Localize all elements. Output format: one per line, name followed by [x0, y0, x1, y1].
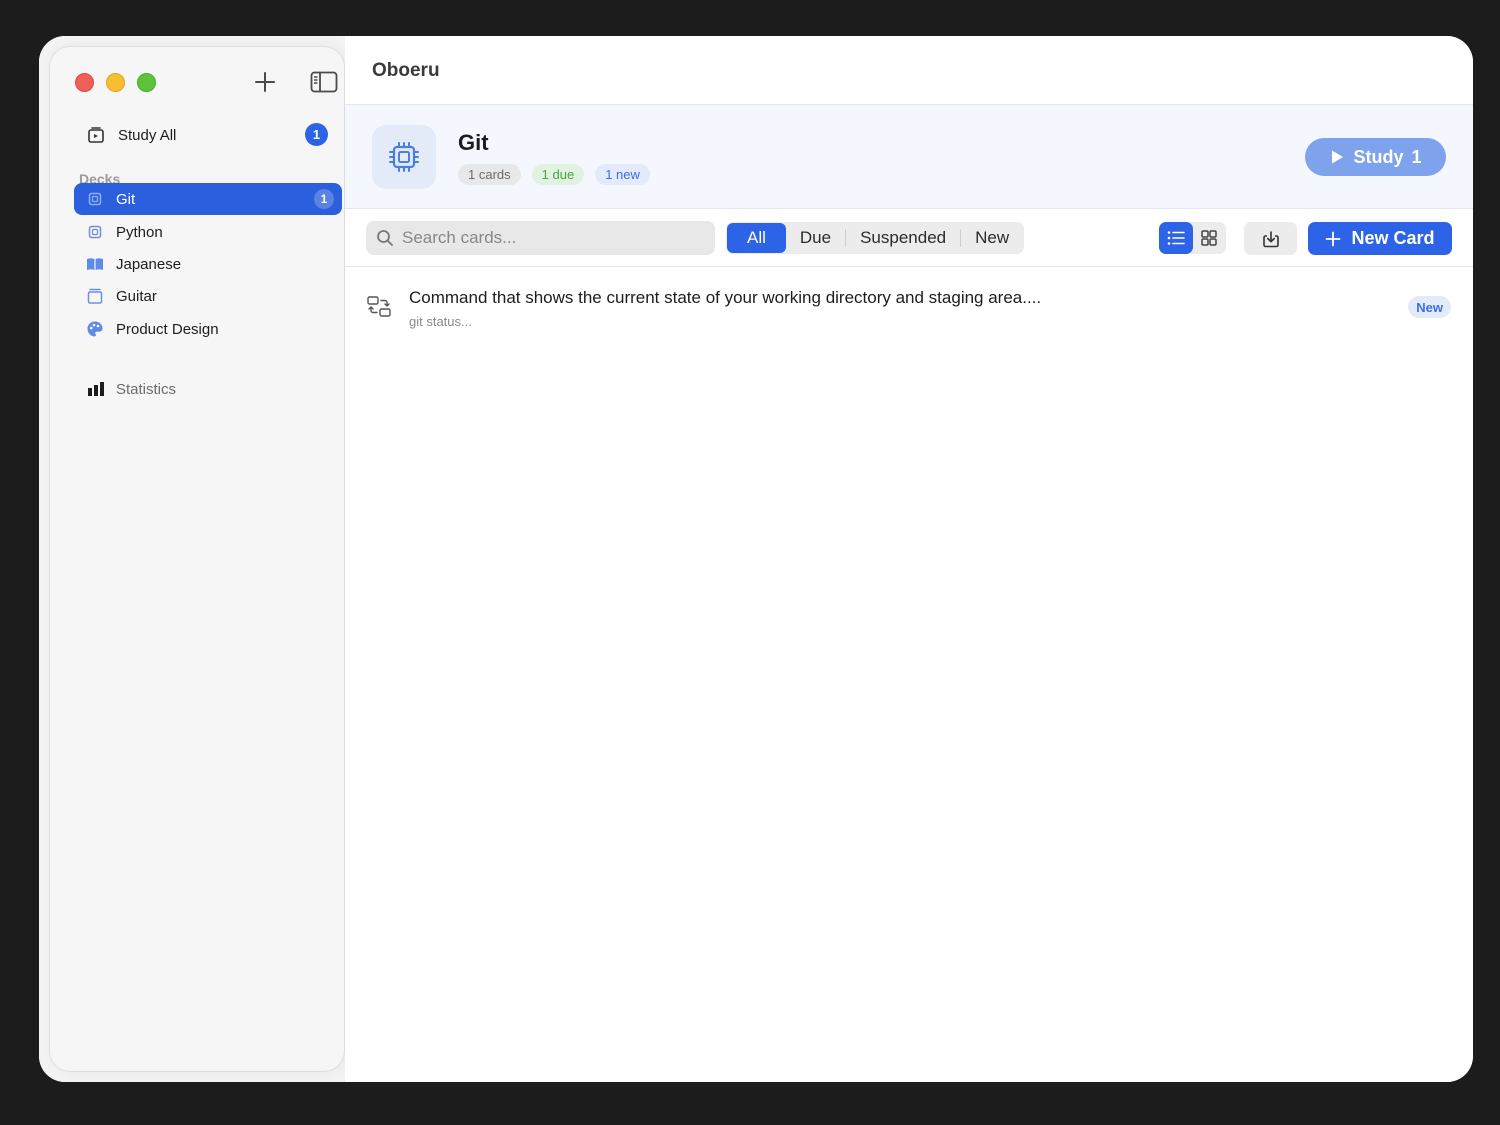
new-card-button[interactable]: New Card — [1308, 222, 1452, 255]
cards-count-pill: 1 cards — [458, 164, 521, 185]
minimize-window-button[interactable] — [106, 73, 125, 92]
grid-icon — [1201, 230, 1217, 246]
grid-view-button[interactable] — [1193, 222, 1227, 254]
sidebar-deck-product-design[interactable]: Product Design — [74, 313, 342, 345]
study-all-icon — [88, 127, 104, 143]
chip-icon — [86, 190, 104, 208]
filter-all[interactable]: All — [727, 223, 786, 253]
card-back-text: git status... — [409, 314, 472, 329]
sidebar-item-statistics[interactable]: Statistics — [74, 373, 342, 405]
card-list-item[interactable]: Command that shows the current state of … — [345, 268, 1473, 348]
list-icon — [1167, 231, 1185, 245]
palette-icon — [86, 320, 104, 338]
study-button-label: Study — [1353, 146, 1404, 167]
due-count-pill: 1 due — [531, 164, 585, 185]
search-icon — [377, 230, 393, 246]
app-window: Study All 1 Decks Git 1 Python Japanese … — [39, 36, 1473, 1082]
sidebar-deck-japanese[interactable]: Japanese — [74, 248, 342, 280]
search-box[interactable] — [366, 221, 715, 255]
filter-segmented-control: All Due Suspended New — [726, 222, 1025, 254]
add-deck-button[interactable] — [252, 69, 278, 95]
new-card-label: New Card — [1351, 228, 1435, 248]
statistics-label: Statistics — [116, 380, 177, 398]
study-all-count-badge: 1 — [305, 123, 328, 146]
study-all-label: Study All — [118, 126, 177, 144]
sidebar-deck-git[interactable]: Git 1 — [74, 183, 342, 215]
import-button[interactable] — [1244, 222, 1297, 255]
card-status-badge: New — [1408, 296, 1451, 318]
close-window-button[interactable] — [75, 73, 94, 92]
deck-icon-container — [372, 125, 436, 189]
play-icon — [1332, 150, 1344, 164]
toggle-sidebar-button[interactable] — [310, 71, 338, 93]
deck-stats: 1 cards 1 due 1 new — [458, 164, 650, 185]
study-button[interactable]: Study 1 — [1305, 138, 1446, 176]
plus-icon — [1326, 231, 1341, 246]
sidebar: Study All 1 Decks Git 1 Python Japanese … — [50, 47, 344, 1071]
list-view-button[interactable] — [1159, 222, 1193, 254]
deck-title: Git — [458, 130, 489, 155]
sidebar-toggle-icon — [310, 71, 338, 93]
deck-count-badge: 1 — [314, 189, 334, 209]
deck-label: Python — [116, 223, 163, 241]
card-front-text: Command that shows the current state of … — [409, 288, 1042, 307]
deck-label: Japanese — [116, 255, 182, 273]
study-button-count: 1 — [1411, 146, 1422, 167]
bar-chart-icon — [88, 382, 104, 396]
deck-label: Git — [116, 190, 136, 208]
zoom-window-button[interactable] — [137, 73, 156, 92]
app-title: Oboeru — [372, 60, 440, 81]
sidebar-container: Study All 1 Decks Git 1 Python Japanese … — [39, 36, 345, 1082]
main-panel: Oboeru Git 1 cards 1 due 1 new Study 1 S… — [345, 36, 1473, 1082]
box-icon — [86, 287, 104, 305]
sidebar-deck-guitar[interactable]: Guitar — [74, 280, 342, 312]
search-input[interactable] — [402, 228, 702, 248]
study-all-item[interactable]: Study All 1 — [76, 120, 338, 150]
new-count-pill: 1 new — [595, 164, 650, 185]
titlebar: Oboeru — [345, 36, 1473, 105]
cards-toolbar: All Due Suspended New — [345, 210, 1473, 267]
sidebar-deck-python[interactable]: Python — [74, 216, 342, 248]
filter-new[interactable]: New — [961, 223, 1023, 253]
chip-icon — [86, 223, 104, 241]
filter-due[interactable]: Due — [786, 223, 845, 253]
deck-label: Guitar — [116, 287, 157, 305]
deck-label: Product Design — [116, 320, 219, 338]
chip-icon — [389, 142, 419, 172]
view-mode-toggle — [1159, 222, 1226, 254]
plus-icon — [255, 72, 275, 92]
book-icon — [86, 255, 104, 273]
filter-suspended[interactable]: Suspended — [846, 223, 960, 253]
download-tray-icon — [1262, 230, 1279, 247]
deck-header: Git 1 cards 1 due 1 new Study 1 — [345, 105, 1473, 209]
flashcard-flip-icon — [367, 296, 391, 317]
